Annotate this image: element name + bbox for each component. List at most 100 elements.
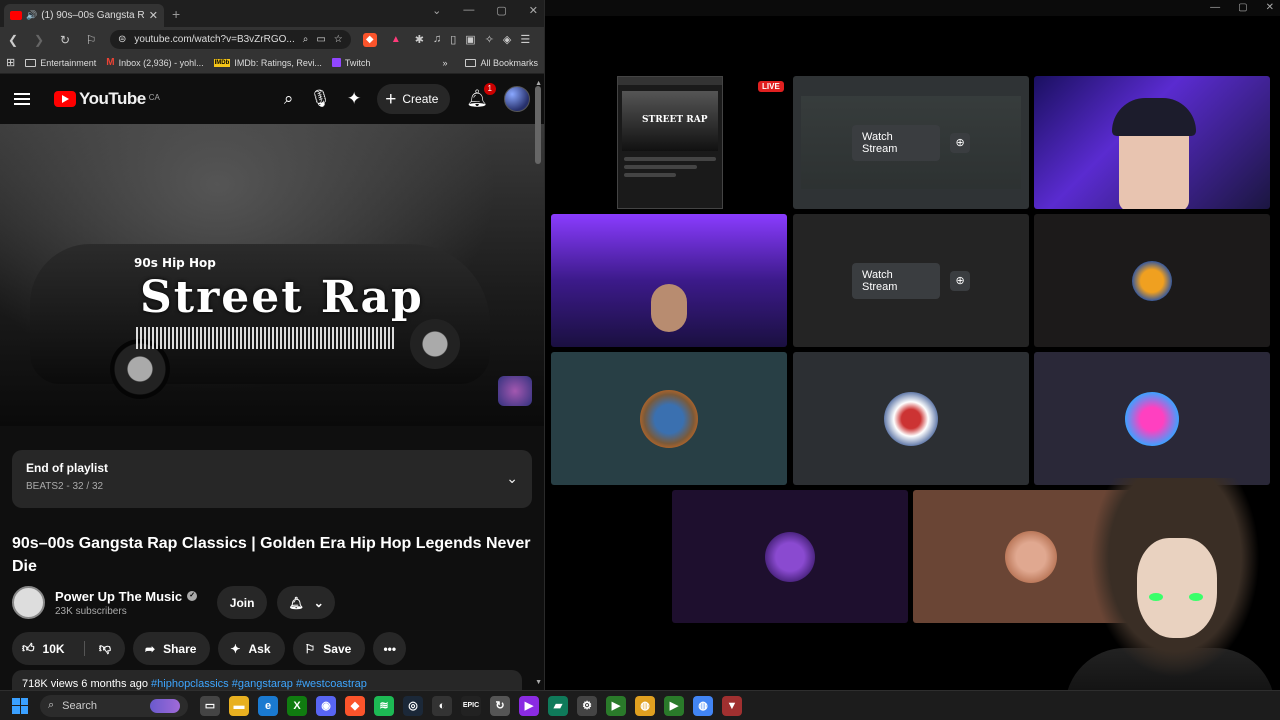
cast-icon[interactable]: ▭: [316, 34, 325, 45]
audio-playing-icon[interactable]: 🔊: [26, 10, 37, 21]
maximize-icon[interactable]: ▢: [1238, 2, 1247, 13]
like-button[interactable]: 👍︎ 10K: [12, 641, 85, 656]
file-explorer-icon[interactable]: ▬: [229, 695, 249, 716]
bookmark-star-icon[interactable]: ☆: [334, 34, 343, 45]
edge-icon[interactable]: e: [258, 695, 278, 716]
stream-tile-avatar[interactable]: [551, 352, 787, 485]
account-avatar[interactable]: [504, 86, 530, 112]
subscription-bell-button[interactable]: 🔔︎ ⌄: [277, 586, 336, 619]
taskbar-search[interactable]: ⌕ Search: [40, 694, 188, 717]
close-window-icon[interactable]: ✕: [1266, 2, 1274, 13]
bookmark-gmail[interactable]: M Inbox (2,936) - yohl...: [106, 57, 203, 68]
media-controls-icon[interactable]: ♫: [433, 33, 441, 46]
video-player[interactable]: 90s Hip Hop Street Rap: [0, 124, 544, 426]
save-button[interactable]: ⚐ Save: [292, 632, 366, 665]
channel-watermark[interactable]: [498, 376, 532, 406]
gemini-icon[interactable]: ✦: [347, 89, 361, 109]
stream-preview-mini[interactable]: STREET RAP: [617, 76, 723, 209]
page-scrollbar[interactable]: [535, 86, 541, 164]
thumbs-up-icon: 👍︎: [22, 641, 35, 655]
back-icon[interactable]: ❮: [6, 33, 20, 47]
extensions-icon[interactable]: ✱: [415, 33, 424, 46]
hashtags[interactable]: #hiphopclassics #gangstarap #westcoastra…: [151, 678, 367, 690]
minimize-icon[interactable]: —: [463, 4, 474, 17]
bookmark-entertainment[interactable]: Entertainment: [25, 58, 96, 68]
settings-icon[interactable]: ⚙: [577, 695, 597, 716]
watch-stream-button[interactable]: Watch Stream: [852, 262, 941, 299]
share-icon: ➦: [145, 641, 156, 656]
stream-tile-webcam[interactable]: [1034, 76, 1270, 209]
obs-icon[interactable]: ◐: [432, 695, 452, 716]
steam-icon[interactable]: ◎: [403, 695, 423, 716]
bookmark-imdb[interactable]: IMDb IMDb: Ratings, Revi...: [213, 58, 322, 68]
chrome-icon[interactable]: ◍: [635, 695, 655, 716]
stream-tile[interactable]: Watch Stream ⊕: [793, 214, 1029, 347]
microphone-icon[interactable]: 🎙︎: [309, 89, 331, 109]
stream-tile-webcam[interactable]: [551, 214, 787, 347]
clapper-icon[interactable]: ▶: [519, 695, 539, 716]
notifications-icon[interactable]: 🔔︎ 1: [466, 83, 496, 109]
vpn-icon[interactable]: ◈: [503, 33, 511, 46]
pinned-app-icon[interactable]: ▼: [722, 695, 742, 716]
popout-icon[interactable]: ⊕: [950, 270, 970, 291]
stream-tile-avatar[interactable]: [672, 490, 908, 623]
scroll-up-icon[interactable]: ▲: [535, 80, 542, 87]
task-view-icon[interactable]: ▭: [200, 695, 220, 716]
search-icon[interactable]: ⌕: [284, 89, 294, 109]
minimize-icon[interactable]: —: [1210, 2, 1220, 13]
close-window-icon[interactable]: ✕: [529, 4, 538, 17]
guide-menu-icon[interactable]: [14, 93, 30, 105]
bookmark-twitch[interactable]: Twitch: [331, 58, 370, 68]
bookmarks-overflow-button[interactable]: »: [442, 58, 447, 68]
chevron-down-icon[interactable]: ⌄: [506, 470, 518, 487]
reload-icon[interactable]: ↻: [58, 33, 72, 47]
epic-games-icon[interactable]: EPIC: [461, 695, 481, 716]
wallet-icon[interactable]: ▣: [465, 33, 475, 46]
stream-tile[interactable]: Watch Stream ⊕: [793, 76, 1029, 209]
nvidia-icon[interactable]: ▰: [548, 695, 568, 716]
share-button[interactable]: ➦ Share: [133, 632, 211, 665]
zoom-icon[interactable]: ⌕: [303, 34, 309, 45]
channel-name-row[interactable]: Power Up The Music ✓: [55, 589, 198, 604]
bookmark-icon[interactable]: ⚐: [84, 33, 98, 47]
popout-icon[interactable]: ⊕: [950, 132, 970, 153]
stream-tile-avatar[interactable]: [1034, 352, 1270, 485]
scroll-down-icon[interactable]: ▼: [535, 679, 542, 686]
browser-tab-youtube[interactable]: 🔊 (1) 90s–00s Gangsta Rap Cla ✕: [4, 4, 164, 27]
address-bar[interactable]: ⊜ youtube.com/watch?v=B3vZrRGO... ⌕ ▭ ☆: [110, 30, 351, 49]
apps-grid-icon[interactable]: ⊞: [6, 56, 15, 69]
channel-avatar[interactable]: [12, 586, 45, 619]
maximize-icon[interactable]: ▢: [496, 4, 506, 17]
more-actions-button[interactable]: •••: [373, 632, 407, 665]
start-menu-icon[interactable]: [12, 697, 28, 714]
brave-rewards-icon[interactable]: ▲: [389, 33, 403, 47]
discord-icon[interactable]: ◉: [316, 695, 336, 716]
brave-shields-icon[interactable]: ◆: [362, 32, 377, 47]
leo-ai-icon[interactable]: ✧: [485, 33, 494, 46]
join-button[interactable]: Join: [217, 586, 268, 619]
stream-tile-avatar[interactable]: [1034, 214, 1270, 347]
watch-stream-button[interactable]: Watch Stream: [852, 124, 941, 161]
dislike-button[interactable]: 👎︎: [85, 641, 125, 656]
playlist-panel[interactable]: End of playlist BEATS2 - 32 / 32 ⌄: [12, 450, 532, 508]
brave-icon[interactable]: ◆: [345, 695, 365, 716]
site-info-icon[interactable]: ⊜: [118, 34, 126, 45]
youtube-logo[interactable]: YouTube CA: [54, 89, 160, 109]
like-dislike-group: 👍︎ 10K 👎︎: [12, 632, 125, 665]
ask-button[interactable]: ✦ Ask: [218, 632, 285, 665]
tab-search-icon[interactable]: ⌄: [432, 4, 441, 17]
app-icon[interactable]: ↻: [490, 695, 510, 716]
media-player-icon[interactable]: ▶: [606, 695, 626, 716]
forward-icon[interactable]: ❯: [32, 33, 46, 47]
menu-icon[interactable]: ☰: [520, 33, 530, 46]
new-tab-button[interactable]: +: [172, 6, 180, 22]
media-player-2-icon[interactable]: ▶: [664, 695, 684, 716]
all-bookmarks-button[interactable]: All Bookmarks: [465, 58, 538, 68]
xbox-icon[interactable]: X: [287, 695, 307, 716]
sidebar-icon[interactable]: ▯: [450, 33, 456, 46]
chrome-profile-icon[interactable]: ◍: [693, 695, 713, 716]
stream-tile-avatar[interactable]: [793, 352, 1029, 485]
create-button[interactable]: + Create: [377, 84, 451, 114]
close-tab-icon[interactable]: ✕: [149, 9, 158, 22]
spotify-icon[interactable]: ≋: [374, 695, 394, 716]
